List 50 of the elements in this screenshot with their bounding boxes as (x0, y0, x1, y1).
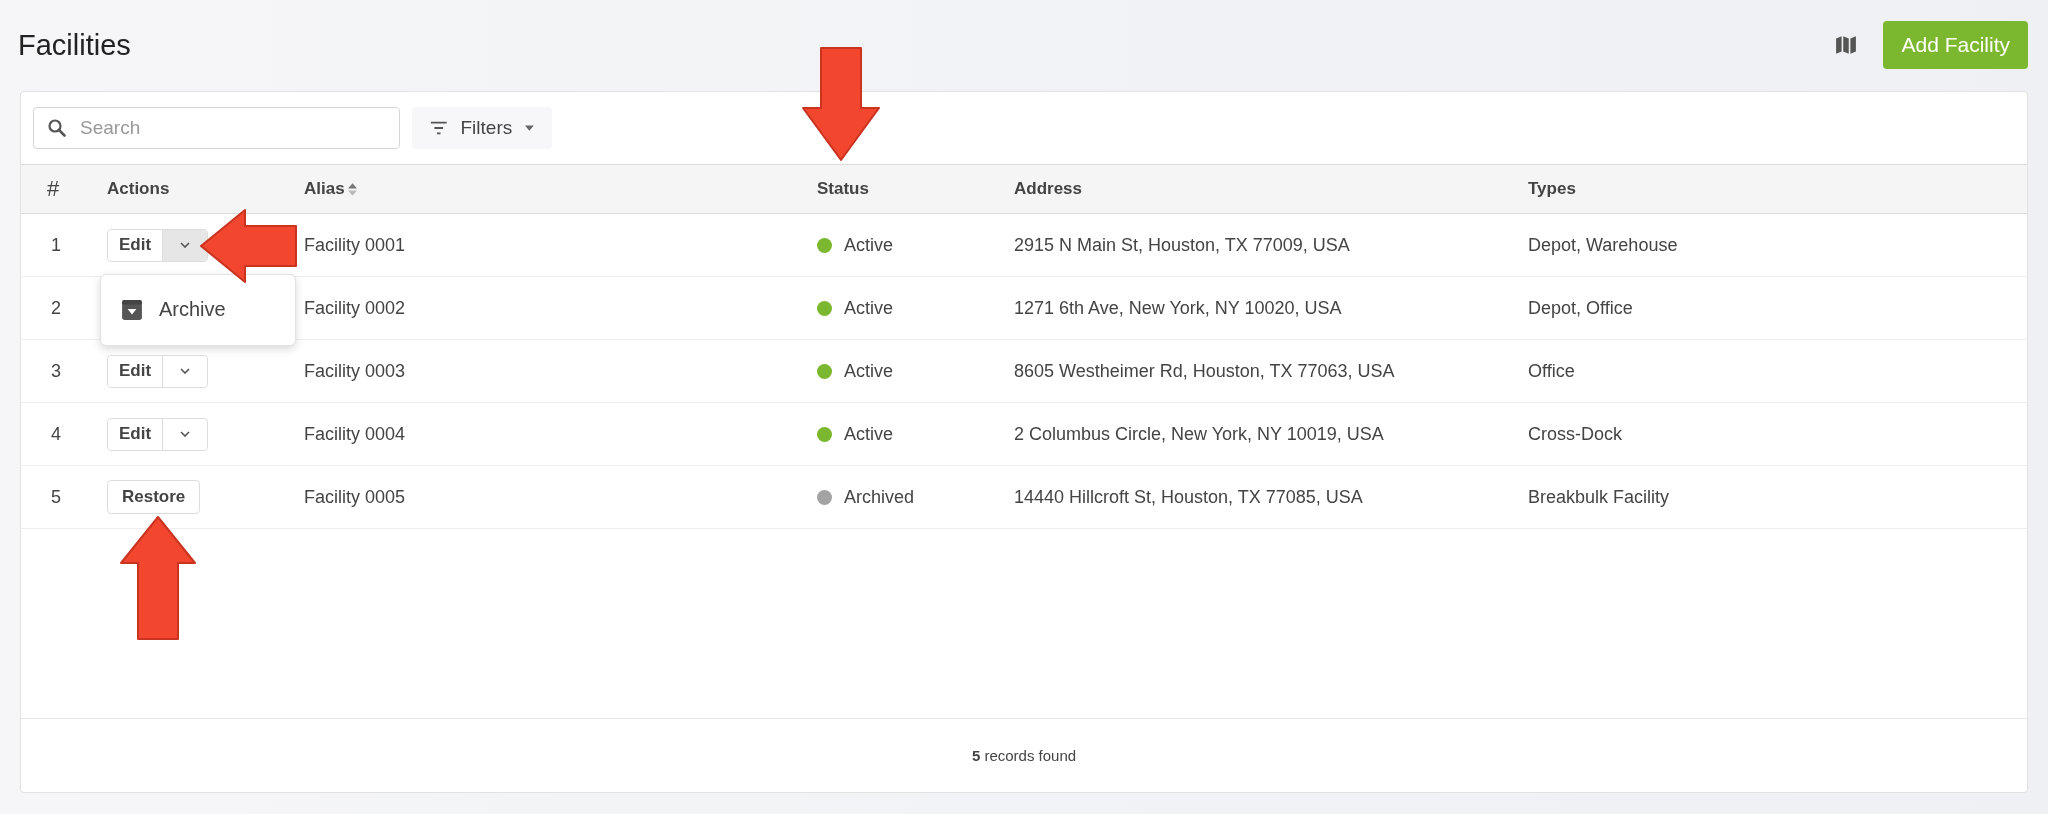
chevron-icon (180, 242, 190, 248)
chevron-icon (180, 368, 190, 374)
status-label: Active (844, 234, 894, 256)
row-number: 2 (51, 297, 61, 319)
facility-types: Depot, Office (1528, 297, 1633, 319)
row-number: 5 (51, 486, 61, 508)
status-label: Active (844, 297, 894, 319)
column-header: Types (1528, 179, 1576, 199)
map-icon[interactable] (1835, 33, 1858, 56)
column-header: Address (1014, 179, 1083, 199)
facility-types: Breakbulk Facility (1528, 486, 1670, 508)
search-icon (47, 118, 67, 138)
facility-alias: Facility 0005 (304, 486, 406, 508)
column-header: Status (817, 179, 869, 199)
filter-icon (430, 120, 448, 136)
facility-types: Office (1528, 360, 1575, 382)
facility-types: Depot, Warehouse (1528, 234, 1678, 256)
edit-button[interactable]: Edit (108, 355, 163, 387)
facility-alias: Facility 0004 (304, 423, 406, 445)
status-label: Active (844, 423, 894, 445)
status-label: Archived (844, 486, 915, 508)
chevron-icon (180, 431, 190, 437)
search-field[interactable]: Search (33, 107, 400, 149)
facility-alias: Facility 0003 (304, 360, 406, 382)
status-label: Active (844, 360, 894, 382)
restore-button[interactable]: Restore (107, 480, 201, 514)
facility-types: Cross-Dock (1528, 423, 1622, 445)
address: 2 Columbus Circle, New York, NY 10019, USA (1014, 423, 1384, 445)
menu-item[interactable]: Archive (101, 285, 295, 334)
sort-icon[interactable] (347, 182, 357, 196)
facility-alias: Facility 0001 (304, 234, 406, 256)
column-header[interactable]: Alias (304, 179, 357, 199)
archive-icon (121, 298, 143, 321)
caret-icon (525, 125, 534, 131)
edit-button[interactable]: Edit (108, 229, 163, 261)
page-title: Facilities (18, 29, 131, 62)
address: 1271 6th Ave, New York, NY 10020, USA (1014, 297, 1342, 319)
address: 14440 Hillcroft St, Houston, TX 77085, USA (1014, 486, 1363, 508)
address: 2915 N Main St, Houston, TX 77009, USA (1014, 234, 1350, 256)
row-number: 4 (51, 423, 61, 445)
row-number: 1 (51, 234, 61, 256)
edit-button[interactable]: Edit (108, 418, 163, 450)
facility-alias: Facility 0002 (304, 297, 406, 319)
dropdown-toggle[interactable] (163, 229, 207, 261)
row-number: 3 (51, 360, 61, 382)
address: 8605 Westheimer Rd, Houston, TX 77063, USA (1014, 360, 1395, 382)
index-header: # (47, 176, 60, 202)
filters-button[interactable]: Filters (412, 107, 552, 149)
column-header: Actions (107, 179, 170, 199)
records-count: 5 records found (971, 747, 1077, 764)
